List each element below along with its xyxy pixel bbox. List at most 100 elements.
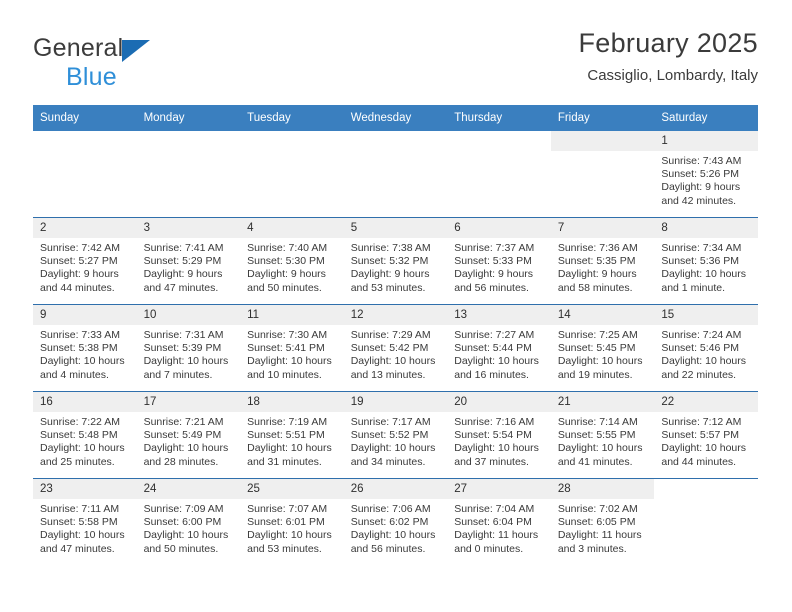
sunrise-text: Sunrise: 7:42 AM	[40, 242, 120, 254]
daylight-text: Daylight: 11 hours and 3 minutes.	[557, 529, 642, 555]
sunrise-text: Sunrise: 7:41 AM	[143, 242, 224, 254]
calendar-day-cell[interactable]: 9 Sunrise: 7:33 AM Sunset: 5:38 PM Daylight…	[33, 304, 137, 392]
calendar-day-cell[interactable]: 11 Sunrise: 7:30 AM Sunset: 5:41 PM Dayligh…	[240, 304, 344, 392]
calendar-day-cell[interactable]: 18 Sunrise: 7:19 AM Sunset: 5:51 PM Dayligh…	[240, 391, 344, 479]
sunset-text: Sunset: 5:33 PM	[454, 255, 532, 268]
calendar-week-row: 2 Sunrise: 7:42 AM Sunset: 5:27 PM Daylight…	[33, 217, 758, 305]
calendar-day-details: Sunrise: 7:21 AM Sunset: 5:49 PM Daylight:…	[137, 412, 241, 469]
daylight-text: Daylight: 9 hours and 50 minutes.	[247, 268, 326, 294]
calendar-day-details: Sunrise: 7:37 AM Sunset: 5:33 PM Daylight:…	[447, 238, 551, 295]
calendar-cell-inner: 19 Sunrise: 7:17 AM Sunset: 5:52 PM Dayligh…	[343, 392, 448, 478]
calendar-day-cell[interactable]: 20 Sunrise: 7:16 AM Sunset: 5:54 PM Dayligh…	[447, 391, 551, 479]
calendar-day-cell[interactable]: 22 Sunrise: 7:12 AM Sunset: 5:57 PM Dayligh…	[654, 391, 758, 479]
daylight-text: Daylight: 10 hours and 28 minutes.	[143, 442, 229, 468]
calendar-day-details: Sunrise: 7:34 AM Sunset: 5:36 PM Daylight:…	[654, 238, 758, 295]
calendar-day-details: Sunrise: 7:29 AM Sunset: 5:42 PM Daylight:…	[344, 325, 448, 382]
calendar-cell-empty	[33, 131, 137, 218]
calendar-cell-inner: 1 Sunrise: 7:43 AM Sunset: 5:26 PM Daylight…	[654, 131, 758, 217]
daylight-text: Daylight: 9 hours and 56 minutes.	[454, 268, 534, 294]
sunrise-text: Sunrise: 7:17 AM	[350, 416, 431, 428]
calendar-day-details: Sunrise: 7:42 AM Sunset: 5:27 PM Daylight:…	[33, 238, 137, 295]
calendar-day-cell[interactable]: 13 Sunrise: 7:27 AM Sunset: 5:44 PM Dayligh…	[447, 304, 551, 392]
calendar-day-details: Sunrise: 7:02 AM Sunset: 6:05 PM Daylight:…	[551, 499, 655, 556]
sunrise-text: Sunrise: 7:33 AM	[40, 329, 120, 341]
calendar-day-number: 3	[136, 218, 241, 238]
calendar-cell-inner: 3 Sunrise: 7:41 AM Sunset: 5:29 PM Daylight…	[136, 218, 241, 304]
calendar-day-cell[interactable]: 7 Sunrise: 7:36 AM Sunset: 5:35 PM Daylight…	[550, 217, 655, 305]
sunset-text: Sunset: 5:55 PM	[557, 429, 636, 442]
calendar-day-number: 6	[447, 218, 551, 238]
weekday-header-monday: Monday	[136, 105, 241, 131]
sunset-text: Sunset: 5:44 PM	[454, 342, 532, 355]
calendar-day-cell[interactable]: 15 Sunrise: 7:24 AM Sunset: 5:46 PM Dayligh…	[654, 304, 758, 392]
calendar-day-number	[344, 131, 448, 151]
sunrise-text: Sunrise: 7:02 AM	[557, 503, 638, 515]
calendar-day-cell[interactable]: 26 Sunrise: 7:06 AM Sunset: 6:02 PM Dayligh…	[343, 478, 448, 565]
calendar-day-cell[interactable]: 10 Sunrise: 7:31 AM Sunset: 5:39 PM Dayligh…	[136, 304, 241, 392]
calendar-cell-inner: 11 Sunrise: 7:30 AM Sunset: 5:41 PM Dayligh…	[240, 305, 344, 391]
calendar-cell-inner: 22 Sunrise: 7:12 AM Sunset: 5:57 PM Dayligh…	[654, 392, 758, 478]
logo-triangle-icon	[122, 40, 151, 62]
page-title: February 2025	[578, 28, 758, 58]
calendar-day-details: Sunrise: 7:41 AM Sunset: 5:29 PM Daylight:…	[137, 238, 241, 295]
calendar-day-number	[447, 131, 551, 151]
calendar-day-number	[33, 131, 137, 151]
sunset-text: Sunset: 5:35 PM	[557, 255, 636, 268]
calendar-day-number: 21	[550, 392, 655, 412]
sunset-text: Sunset: 5:54 PM	[454, 429, 532, 442]
sunrise-text: Sunrise: 7:04 AM	[454, 503, 535, 515]
calendar-day-number: 15	[654, 305, 758, 325]
calendar-cell-empty	[550, 131, 655, 218]
calendar-day-cell[interactable]: 23 Sunrise: 7:11 AM Sunset: 5:58 PM Dayligh…	[33, 478, 137, 565]
sunrise-text: Sunrise: 7:34 AM	[661, 242, 742, 254]
calendar-cell-inner: 26 Sunrise: 7:06 AM Sunset: 6:02 PM Dayligh…	[343, 479, 448, 565]
title-block: February 2025 Cassiglio, Lombardy, Italy	[578, 26, 758, 86]
calendar-week-row: 9 Sunrise: 7:33 AM Sunset: 5:38 PM Daylight…	[33, 304, 758, 392]
calendar-cell-inner: 15 Sunrise: 7:24 AM Sunset: 5:46 PM Dayligh…	[654, 305, 758, 391]
calendar-day-cell[interactable]: 8 Sunrise: 7:34 AM Sunset: 5:36 PM Daylight…	[654, 217, 758, 305]
calendar-day-number	[550, 131, 655, 151]
calendar-day-cell[interactable]: 1 Sunrise: 7:43 AM Sunset: 5:26 PM Daylight…	[654, 131, 758, 218]
sunset-text: Sunset: 5:52 PM	[350, 429, 429, 442]
sunrise-text: Sunrise: 7:30 AM	[247, 329, 328, 341]
daylight-text: Daylight: 10 hours and 1 minute.	[661, 268, 747, 294]
calendar-day-details: Sunrise: 7:22 AM Sunset: 5:48 PM Daylight:…	[33, 412, 137, 469]
calendar-day-number: 8	[654, 218, 758, 238]
calendar-day-cell[interactable]: 27 Sunrise: 7:04 AM Sunset: 6:04 PM Dayligh…	[447, 478, 551, 565]
calendar-day-cell[interactable]: 3 Sunrise: 7:41 AM Sunset: 5:29 PM Daylight…	[136, 217, 241, 305]
calendar-day-number: 11	[240, 305, 344, 325]
calendar-day-cell[interactable]: 24 Sunrise: 7:09 AM Sunset: 6:00 PM Dayligh…	[136, 478, 241, 565]
sunrise-text: Sunrise: 7:24 AM	[661, 329, 742, 341]
calendar-day-details: Sunrise: 7:25 AM Sunset: 5:45 PM Daylight:…	[551, 325, 655, 382]
calendar-day-details: Sunrise: 7:40 AM Sunset: 5:30 PM Daylight:…	[240, 238, 344, 295]
daylight-text: Daylight: 10 hours and 7 minutes.	[143, 355, 229, 381]
calendar-day-cell[interactable]: 2 Sunrise: 7:42 AM Sunset: 5:27 PM Daylight…	[33, 217, 137, 305]
sunrise-text: Sunrise: 7:38 AM	[350, 242, 431, 254]
calendar-cell-inner: 12 Sunrise: 7:29 AM Sunset: 5:42 PM Dayligh…	[343, 305, 448, 391]
daylight-text: Daylight: 10 hours and 4 minutes.	[40, 355, 125, 381]
calendar-day-cell[interactable]: 16 Sunrise: 7:22 AM Sunset: 5:48 PM Dayligh…	[33, 391, 137, 479]
calendar-day-cell[interactable]: 21 Sunrise: 7:14 AM Sunset: 5:55 PM Dayligh…	[550, 391, 655, 479]
sunset-text: Sunset: 5:51 PM	[247, 429, 325, 442]
daylight-text: Daylight: 10 hours and 41 minutes.	[557, 442, 643, 468]
calendar-day-details: Sunrise: 7:14 AM Sunset: 5:55 PM Daylight:…	[551, 412, 655, 469]
calendar-day-cell[interactable]: 19 Sunrise: 7:17 AM Sunset: 5:52 PM Dayligh…	[343, 391, 448, 479]
calendar-day-cell[interactable]: 14 Sunrise: 7:25 AM Sunset: 5:45 PM Dayligh…	[550, 304, 655, 392]
calendar-day-cell[interactable]: 12 Sunrise: 7:29 AM Sunset: 5:42 PM Dayligh…	[343, 304, 448, 392]
sunset-text: Sunset: 5:58 PM	[40, 516, 118, 529]
daylight-text: Daylight: 9 hours and 53 minutes.	[350, 268, 430, 294]
calendar-day-cell[interactable]: 28 Sunrise: 7:02 AM Sunset: 6:05 PM Dayligh…	[550, 478, 655, 565]
daylight-text: Daylight: 10 hours and 44 minutes.	[661, 442, 747, 468]
calendar-day-cell[interactable]: 17 Sunrise: 7:21 AM Sunset: 5:49 PM Dayligh…	[136, 391, 241, 479]
calendar-day-number	[240, 131, 344, 151]
calendar-day-cell[interactable]: 25 Sunrise: 7:07 AM Sunset: 6:01 PM Dayligh…	[240, 478, 344, 565]
calendar-day-cell[interactable]: 4 Sunrise: 7:40 AM Sunset: 5:30 PM Daylight…	[240, 217, 344, 305]
calendar-cell-empty	[344, 131, 448, 218]
sunset-text: Sunset: 5:39 PM	[143, 342, 222, 355]
calendar-cell-inner: 6 Sunrise: 7:37 AM Sunset: 5:33 PM Daylight…	[447, 218, 551, 304]
sunset-text: Sunset: 5:26 PM	[661, 168, 740, 181]
weekday-header-friday: Friday	[550, 105, 655, 131]
calendar-day-cell[interactable]: 6 Sunrise: 7:37 AM Sunset: 5:33 PM Daylight…	[447, 217, 551, 305]
calendar-day-cell[interactable]: 5 Sunrise: 7:38 AM Sunset: 5:32 PM Daylight…	[343, 217, 448, 305]
calendar-cell-inner: 7 Sunrise: 7:36 AM Sunset: 5:35 PM Daylight…	[550, 218, 655, 304]
